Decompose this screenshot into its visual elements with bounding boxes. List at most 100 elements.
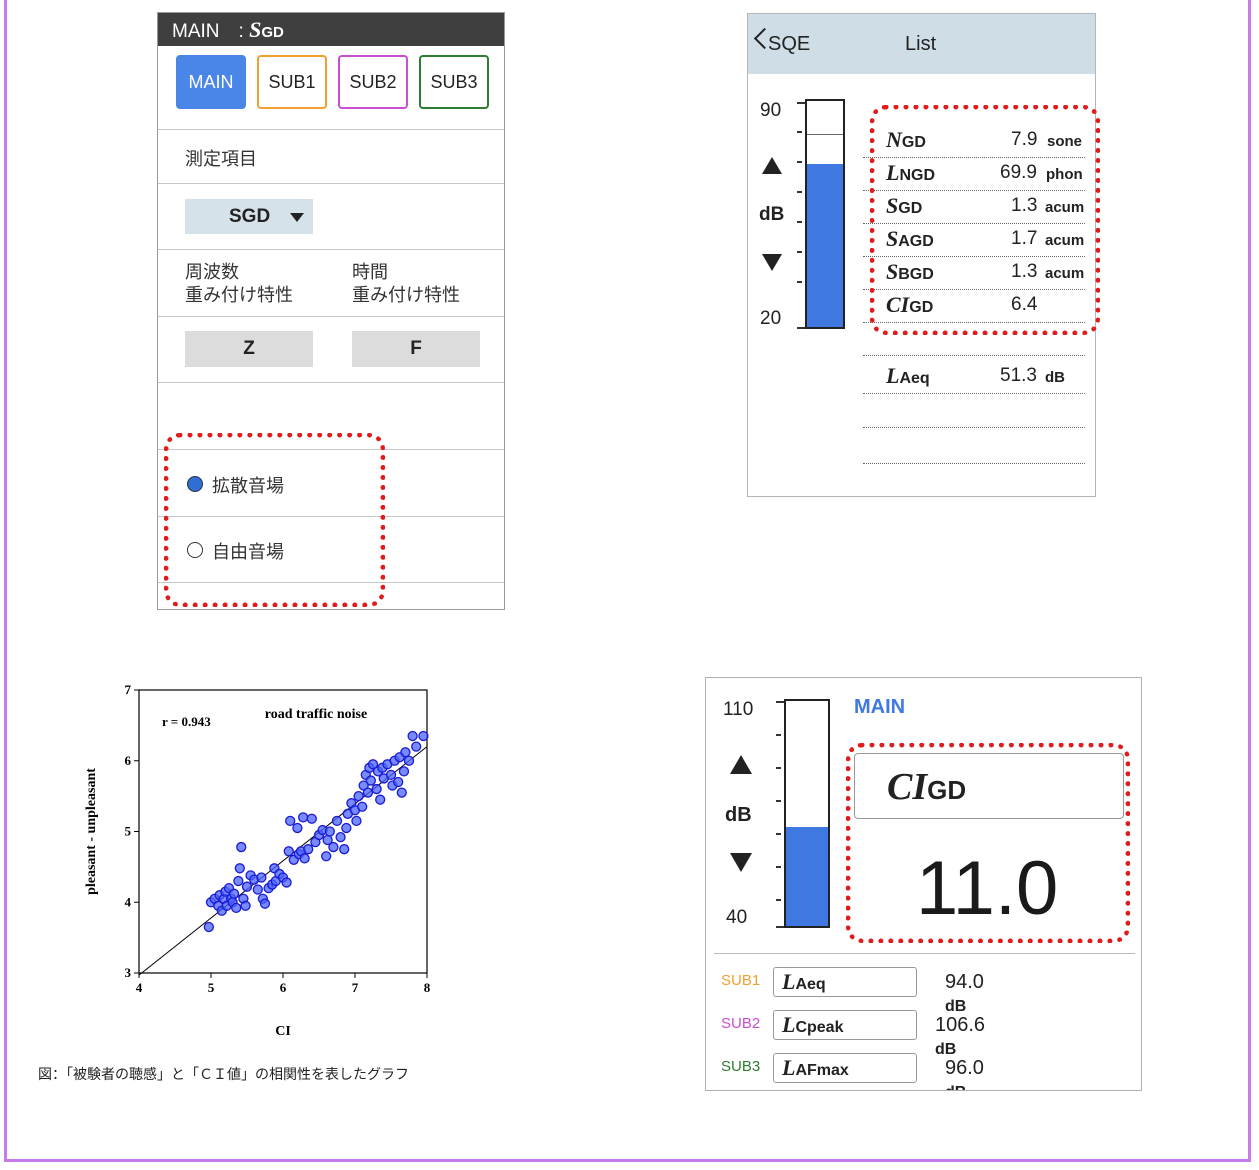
- data-point: [418, 730, 429, 742]
- meter-tick: [776, 800, 781, 802]
- ci-main-panel: 110 40 dB MAIN CIGD 11.0 SUB1 LAeq 94.0 …: [705, 677, 1142, 1091]
- metric-symbol: L: [886, 160, 900, 185]
- data-point: [365, 775, 376, 786]
- data-point: [341, 822, 352, 834]
- metric-symbol: L: [782, 1055, 796, 1080]
- free-field-label: 自由音場: [212, 542, 284, 562]
- metric-subscript: AGD: [898, 233, 934, 250]
- data-point: [400, 747, 411, 758]
- arrow-up-icon: [762, 157, 782, 174]
- metric-unit: dB: [1045, 369, 1065, 386]
- data-point: [321, 851, 332, 862]
- metric-value: 7.9: [1011, 129, 1038, 150]
- metric-value: 51.3: [1000, 365, 1037, 386]
- correlation-annotation: r = 0.943: [162, 714, 211, 729]
- data-point: [393, 776, 404, 788]
- meter-tick: [797, 221, 802, 223]
- data-point: [241, 881, 253, 892]
- sub3-unit: dB: [945, 1084, 966, 1090]
- metric-row: SBGD 1.3 acum: [863, 256, 1085, 290]
- metric-unit: acum: [1045, 232, 1085, 249]
- data-point: [203, 921, 214, 933]
- tab-sub2[interactable]: SUB2: [338, 55, 408, 109]
- x-tick-label: 6: [280, 980, 287, 995]
- data-point: [362, 787, 374, 798]
- freq-weight-label-line1: 周波数: [185, 262, 239, 282]
- radio-unselected-icon[interactable]: [187, 542, 203, 558]
- weighting-buttons-row: Z F: [158, 317, 504, 383]
- meter-tick: [797, 102, 805, 104]
- freq-weight-button[interactable]: Z: [185, 331, 313, 367]
- metric-symbol: S: [886, 226, 899, 251]
- freq-weight-label-line2: 重み付け特性: [185, 285, 293, 305]
- data-point: [281, 877, 292, 888]
- meter-tick: [776, 833, 781, 835]
- metric-subscript: Aeq: [899, 370, 930, 387]
- metric-subscript: Cpeak: [795, 1019, 844, 1036]
- metric-symbol: S: [886, 193, 899, 218]
- back-label[interactable]: SQE: [768, 33, 810, 56]
- scatter-chart: 4 5 6 7 8 3 4 5 6 7 road traffic noise r = 0.943 CI p…: [40, 670, 520, 1050]
- metric-row: CIGD 6.4: [863, 289, 1085, 323]
- data-point: [324, 826, 335, 837]
- meter-tick: [797, 251, 802, 253]
- data-point: [256, 872, 267, 883]
- data-point: [234, 863, 245, 874]
- meter-tick: [776, 866, 781, 868]
- metric-unit: sone: [1047, 133, 1083, 150]
- metric-name: SBGD: [886, 259, 934, 285]
- metric-name: CIGD: [886, 292, 933, 318]
- sub1-metric-box[interactable]: LAeq: [773, 967, 917, 997]
- time-weight-button[interactable]: F: [352, 331, 480, 367]
- scale-bottom-label: 40: [726, 907, 748, 928]
- y-tick-label: 5: [125, 824, 132, 839]
- data-point: [335, 832, 346, 843]
- metric-value: 1.3: [1011, 261, 1038, 282]
- scale-top-label: 110: [723, 699, 754, 720]
- metric-name: LNGD: [886, 160, 935, 186]
- main-title: MAIN: [854, 696, 906, 718]
- data-point: [331, 815, 343, 827]
- metric-value: 69.9: [1000, 162, 1037, 183]
- freq-weight-label: 周波数 重み付け特性: [185, 261, 293, 307]
- sub2-metric-box[interactable]: LCpeak: [773, 1010, 917, 1040]
- meter-tick: [797, 327, 805, 329]
- data-point: [353, 790, 364, 802]
- sub1-value: 94.0 dB: [945, 971, 984, 1017]
- main-settings-panel: MAIN : SGD MAIN SUB1 SUB2 SUB3 測定項目 SGD …: [157, 12, 505, 610]
- scale-top-label: 90: [760, 100, 782, 121]
- metric-name-box: CIGD: [854, 753, 1124, 819]
- metric-row: SAGD 1.7 acum: [863, 223, 1085, 257]
- header-subscript: GD: [261, 24, 284, 41]
- data-point: [396, 787, 407, 798]
- laeq-row: LAeq 51.3 dB: [863, 360, 1085, 394]
- metric-symbol: N: [886, 127, 902, 152]
- chart-title: road traffic noise: [265, 707, 367, 722]
- data-point: [411, 741, 422, 752]
- diffuse-field-option[interactable]: 拡散音場: [158, 450, 504, 517]
- plot-frame: [138, 689, 428, 974]
- measurement-dropdown[interactable]: SGD: [185, 199, 313, 234]
- big-value: 11.0: [916, 846, 1059, 931]
- meter-tick: [776, 767, 781, 769]
- tab-main[interactable]: MAIN: [176, 55, 246, 109]
- free-field-option[interactable]: 自由音場: [158, 517, 504, 583]
- sub2-value: 106.6 dB: [935, 1014, 985, 1060]
- time-weight-label-line2: 重み付け特性: [352, 285, 460, 305]
- sub3-metric-box[interactable]: LAFmax: [773, 1053, 917, 1083]
- meter-tick: [797, 281, 802, 283]
- data-point: [371, 783, 382, 795]
- radio-selected-icon[interactable]: [187, 476, 203, 492]
- header-prefix: MAIN :: [172, 21, 250, 42]
- data-point: [233, 875, 244, 887]
- data-point: [385, 769, 397, 781]
- metric-value: 1.3: [1011, 195, 1038, 216]
- measurement-dropdown-value: SGD: [229, 206, 271, 227]
- arrow-up-icon: [730, 755, 752, 774]
- metric-value: 6.4: [1011, 294, 1038, 315]
- sub2-number: 106.6: [935, 1014, 986, 1036]
- tab-sub3[interactable]: SUB3: [419, 55, 489, 109]
- scale-bottom-label: 20: [760, 308, 782, 329]
- tab-sub1[interactable]: SUB1: [257, 55, 327, 109]
- data-point: [306, 813, 317, 824]
